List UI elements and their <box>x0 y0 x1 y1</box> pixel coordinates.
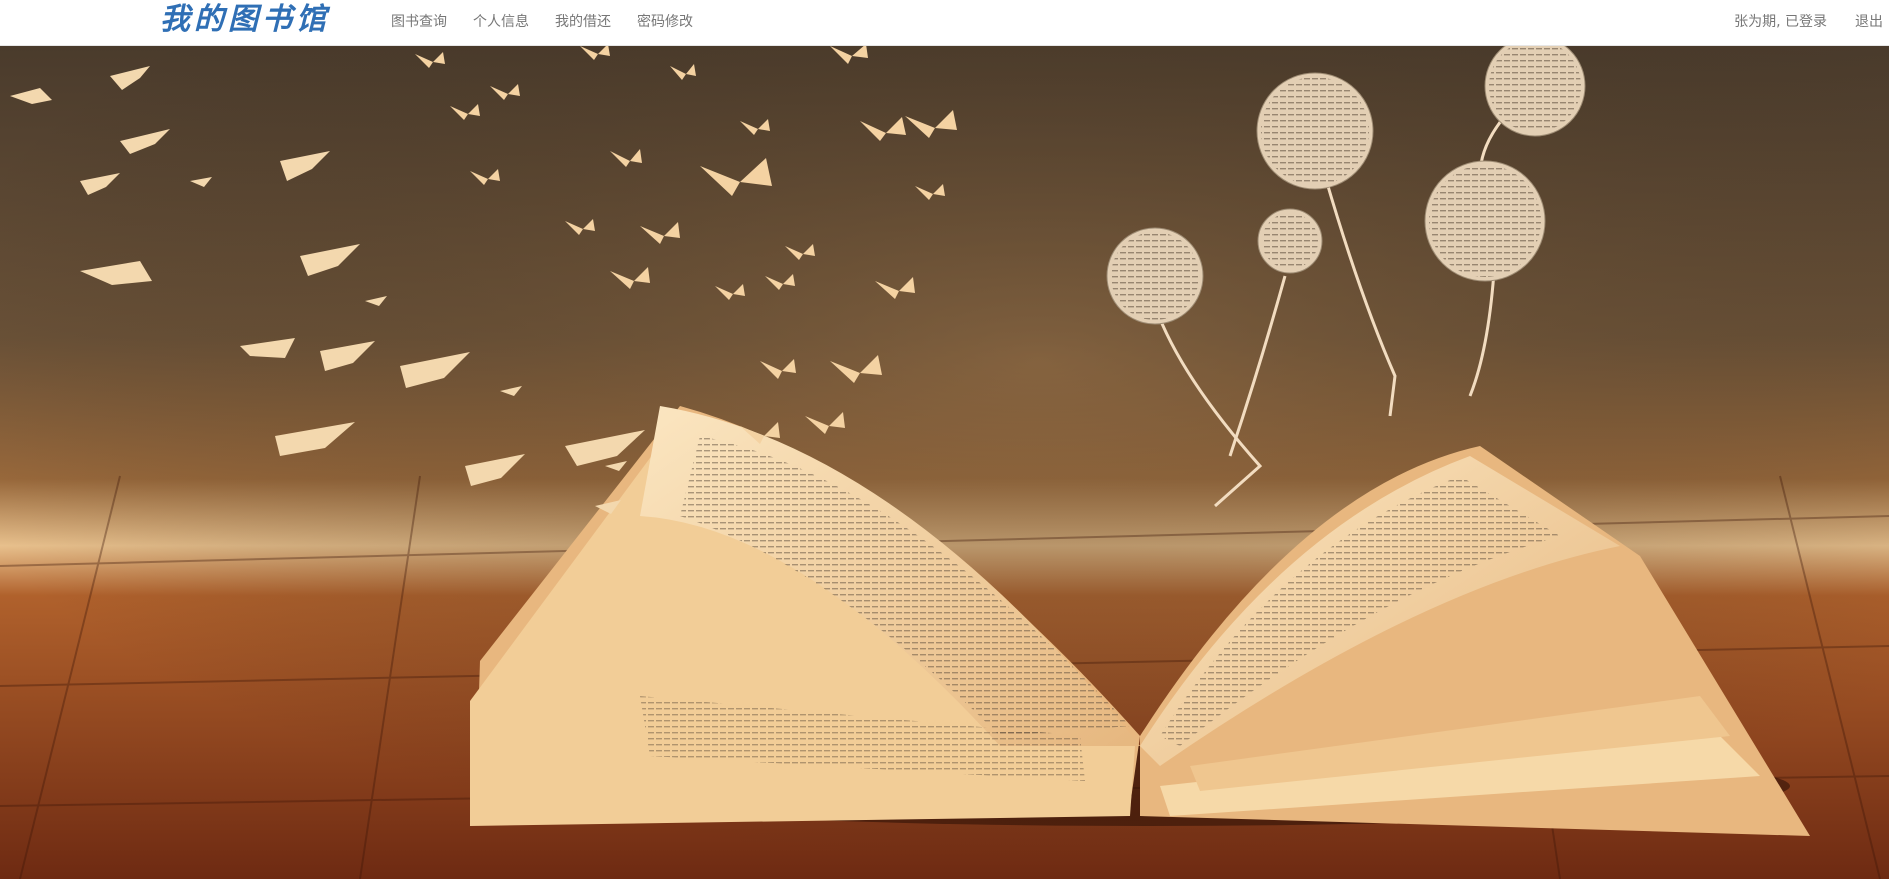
brand-logo[interactable]: 我的图书馆 <box>160 0 330 40</box>
user-nav: 张为期, 已登录 退出 <box>1720 0 1889 42</box>
user-status-link[interactable]: 张为期, 已登录 <box>1720 11 1841 31</box>
nav-book-search[interactable]: 图书查询 <box>378 11 460 31</box>
nav-personal-info[interactable]: 个人信息 <box>460 11 542 31</box>
nav-my-borrowing[interactable]: 我的借还 <box>542 11 624 31</box>
hero-image <box>0 46 1889 879</box>
nav-change-password[interactable]: 密码修改 <box>624 11 706 31</box>
logout-link[interactable]: 退出 <box>1841 11 1889 31</box>
hero-banner <box>0 46 1889 879</box>
top-navbar: 我的图书馆 图书查询 个人信息 我的借还 密码修改 张为期, 已登录 退出 <box>0 0 1889 46</box>
main-nav: 图书查询 个人信息 我的借还 密码修改 <box>378 0 706 42</box>
